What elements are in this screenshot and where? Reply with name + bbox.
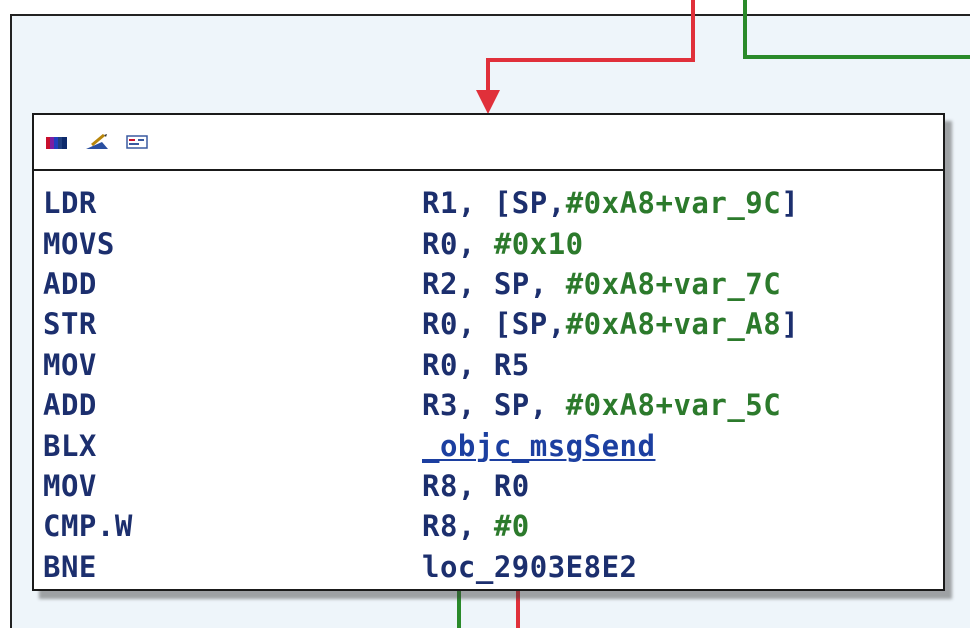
- node-toolbar: [34, 115, 943, 171]
- mnemonic: STR: [43, 307, 97, 342]
- incoming-true-edge: [743, 0, 970, 59]
- mnemonic: MOVS: [43, 226, 115, 261]
- instruction-row[interactable]: STR R0, [SP,#0xA8+var_A8]: [34, 304, 943, 344]
- mnemonic: MOV: [43, 468, 97, 503]
- operands: R0, #0x10: [422, 226, 584, 261]
- basic-block-node[interactable]: LDR R1, [SP,#0xA8+var_9C] MOVS R0, #0x10…: [32, 113, 945, 591]
- instruction-row[interactable]: BLX _objc_msgSend: [34, 425, 943, 465]
- operands: R0, [SP,#0xA8+var_A8]: [422, 307, 800, 342]
- instruction-row[interactable]: MOV R0, R5: [34, 345, 943, 385]
- graph-colors-icon[interactable]: [46, 134, 68, 150]
- operands: R2, SP, #0xA8+var_7C: [422, 266, 782, 301]
- operands: R1, [SP,#0xA8+var_9C]: [422, 186, 800, 221]
- mnemonic: BLX: [43, 428, 97, 463]
- operands: R8, #0: [422, 509, 530, 544]
- instruction-row[interactable]: LDR R1, [SP,#0xA8+var_9C]: [34, 183, 943, 223]
- mnemonic: LDR: [43, 186, 97, 221]
- mnemonic: ADD: [43, 266, 97, 301]
- edit-node-icon[interactable]: [86, 133, 108, 150]
- disassembly-listing[interactable]: LDR R1, [SP,#0xA8+var_9C] MOVS R0, #0x10…: [34, 171, 943, 587]
- instruction-row[interactable]: MOV R8, R0: [34, 466, 943, 506]
- instruction-row[interactable]: CMP.W R8, #0: [34, 506, 943, 546]
- incoming-edge-arrowhead: [476, 90, 500, 114]
- incoming-false-edge: [486, 0, 695, 92]
- mnemonic: MOV: [43, 347, 97, 382]
- node-text-icon[interactable]: [126, 134, 148, 150]
- branch-target[interactable]: loc_2903E8E2: [422, 550, 638, 584]
- symbol-link[interactable]: _objc_msgSend: [422, 429, 655, 463]
- instruction-row[interactable]: ADD R2, SP, #0xA8+var_7C: [34, 264, 943, 304]
- operands: _objc_msgSend: [422, 429, 655, 463]
- operands: R3, SP, #0xA8+var_5C: [422, 388, 782, 423]
- mnemonic: BNE: [43, 549, 97, 584]
- mnemonic: CMP.W: [43, 509, 133, 544]
- instruction-row[interactable]: BNE loc_2903E8E2: [34, 547, 943, 587]
- instruction-row[interactable]: MOVS R0, #0x10: [34, 223, 943, 263]
- mnemonic: ADD: [43, 388, 97, 423]
- instruction-row[interactable]: ADD R3, SP, #0xA8+var_5C: [34, 385, 943, 425]
- operands: R8, R0: [422, 468, 530, 503]
- operands: R0, R5: [422, 347, 530, 382]
